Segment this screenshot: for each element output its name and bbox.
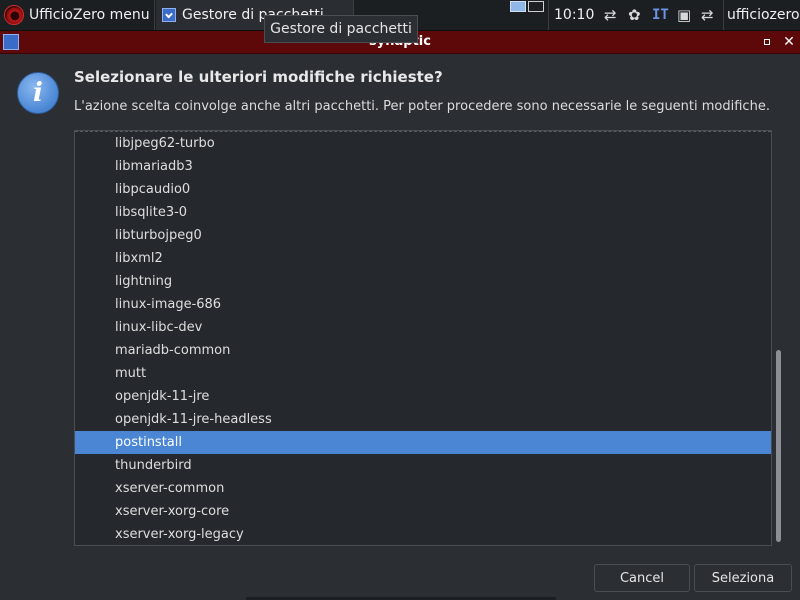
network-arrows-icon[interactable]: ⇄ — [604, 0, 617, 30]
ufficiozero-logo-icon — [4, 5, 24, 25]
list-item[interactable]: libmariadb3 — [75, 155, 771, 178]
seleziona-button[interactable]: Seleziona — [694, 564, 792, 592]
info-icon: i — [17, 72, 59, 114]
dialog-description: L'azione scelta coinvolge anche altri pa… — [74, 99, 770, 114]
list-item[interactable]: linux-image-686 — [75, 293, 771, 316]
image-tray-icon[interactable]: ▣ — [677, 0, 691, 30]
main-menu-label: UfficioZero menu — [29, 7, 150, 23]
panel-separator — [548, 0, 549, 30]
close-button[interactable]: ✕ — [780, 33, 798, 51]
list-item[interactable]: thunderbird — [75, 454, 771, 477]
user-menu[interactable]: ufficiozero — [727, 0, 800, 30]
list-scrollbar-thumb[interactable] — [776, 350, 781, 542]
list-item[interactable]: lightning — [75, 270, 771, 293]
workspace-1[interactable] — [510, 1, 526, 12]
synaptic-app-icon — [162, 8, 176, 22]
list-item[interactable]: libpcaudio0 — [75, 178, 771, 201]
flower-tray-icon[interactable]: ✿ — [628, 0, 641, 30]
panel-separator — [723, 0, 724, 30]
panel-separator — [154, 0, 155, 30]
package-list[interactable]: libjpeg62-turbo libmariadb3 libpcaudio0 lib… — [74, 130, 772, 546]
list-item[interactable]: mariadb-common — [75, 339, 771, 362]
list-item[interactable]: postinstall — [75, 431, 771, 454]
list-item[interactable]: libsqlite3-0 — [75, 201, 771, 224]
list-item[interactable]: xserver-xorg-core — [75, 500, 771, 523]
keyboard-layout-indicator[interactable]: IT — [652, 0, 669, 30]
dialog-title: Selezionare le ulteriori modifiche richi… — [74, 68, 443, 86]
list-item[interactable]: libjpeg62-turbo — [75, 132, 771, 155]
maximize-button[interactable] — [758, 33, 776, 51]
main-menu-button[interactable]: UfficioZero menu — [0, 0, 152, 30]
clock[interactable]: 10:10 — [554, 0, 594, 30]
cancel-button[interactable]: Cancel — [594, 564, 690, 592]
list-item[interactable]: libturbojpeg0 — [75, 224, 771, 247]
list-item[interactable]: mutt — [75, 362, 771, 385]
list-item[interactable]: linux-libc-dev — [75, 316, 771, 339]
list-item[interactable]: libxml2 — [75, 247, 771, 270]
list-item[interactable]: openjdk-11-jre-headless — [75, 408, 771, 431]
workspace-2[interactable] — [528, 1, 544, 12]
workspace-pager[interactable] — [510, 1, 546, 13]
taskbar-tooltip: Gestore di pacchetti — [264, 15, 418, 43]
list-item[interactable]: xserver-xorg-legacy — [75, 523, 771, 545]
list-item[interactable]: xserver-common — [75, 477, 771, 500]
list-item[interactable]: openjdk-11-jre — [75, 385, 771, 408]
transfer-arrows-icon[interactable]: ⇄ — [701, 0, 714, 30]
